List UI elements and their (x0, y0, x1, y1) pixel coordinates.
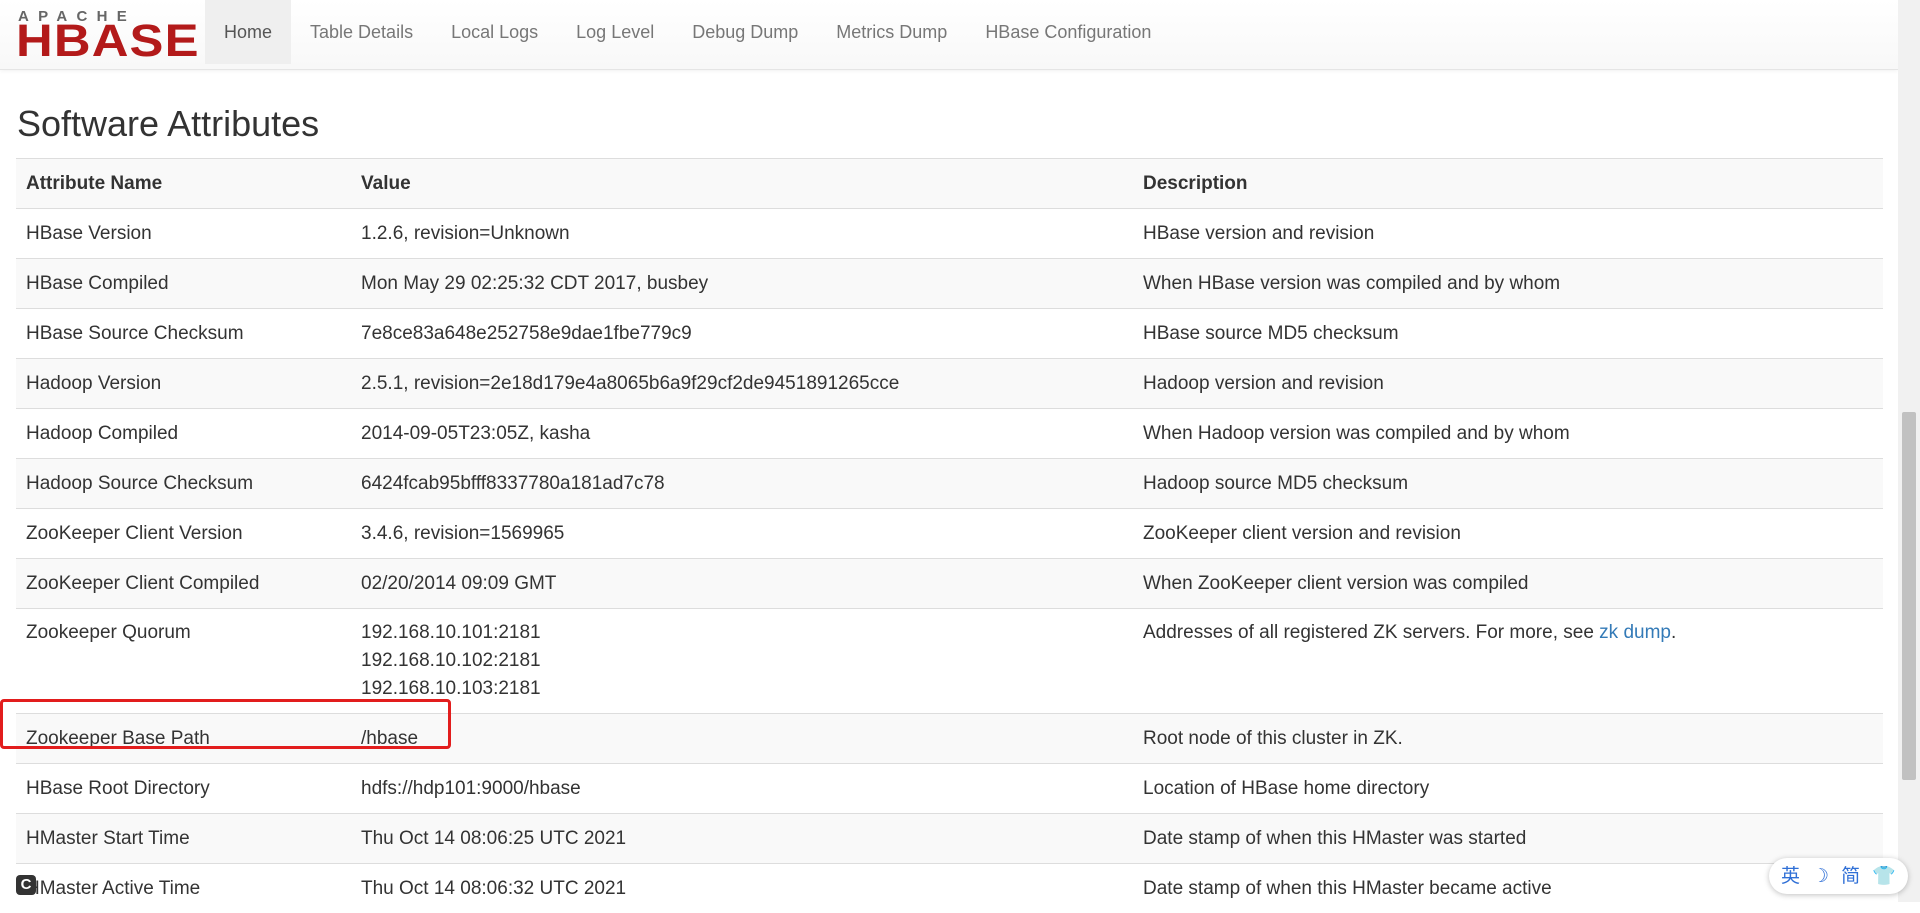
attribute-name: HBase Root Directory (16, 764, 351, 814)
attribute-value-list: 192.168.10.101:2181 192.168.10.102:2181 … (351, 609, 1133, 714)
attribute-value: Thu Oct 14 08:06:25 UTC 2021 (351, 814, 1133, 864)
attribute-name: HMaster Active Time (16, 864, 351, 913)
top-navbar: APACHE HBASE Home Table Details Local Lo… (0, 0, 1898, 70)
attribute-name: HBase Compiled (16, 259, 351, 309)
attribute-name: Hadoop Compiled (16, 409, 351, 459)
table-row: HMaster Start Time Thu Oct 14 08:06:25 U… (16, 814, 1883, 864)
attribute-value: 3.4.6, revision=1569965 (351, 509, 1133, 559)
attribute-description: When HBase version was compiled and by w… (1133, 259, 1883, 309)
attribute-description: Addresses of all registered ZK servers. … (1133, 609, 1883, 714)
attribute-description: Location of HBase home directory (1133, 764, 1883, 814)
attribute-value: 6424fcab95bfff8337780a181ad7c78 (351, 459, 1133, 509)
attribute-value: 1.2.6, revision=Unknown (351, 209, 1133, 259)
attribute-name: Zookeeper Quorum (16, 609, 351, 714)
scrollbar-thumb[interactable] (1902, 412, 1916, 780)
table-header-row: Attribute Name Value Description (16, 159, 1883, 209)
table-row: HBase Root Directory hdfs://hdp101:9000/… (16, 764, 1883, 814)
attribute-description: HBase version and revision (1133, 209, 1883, 259)
header-description: Description (1133, 159, 1883, 209)
attribute-value: Mon May 29 02:25:32 CDT 2017, busbey (351, 259, 1133, 309)
ime-language-icon[interactable]: 英 (1781, 858, 1800, 894)
attribute-description: When ZooKeeper client version was compil… (1133, 559, 1883, 609)
main-nav: Home Table Details Local Logs Log Level … (205, 0, 1170, 64)
extension-c-icon[interactable]: C (16, 875, 36, 895)
table-row: HBase Version 1.2.6, revision=Unknown HB… (16, 209, 1883, 259)
attribute-description: Root node of this cluster in ZK. (1133, 714, 1883, 764)
quorum-server: 192.168.10.102:2181 (361, 647, 1123, 675)
attribute-name: HBase Source Checksum (16, 309, 351, 359)
attribute-value: hdfs://hdp101:9000/hbase (351, 764, 1133, 814)
table-row: Hadoop Source Checksum 6424fcab95bfff833… (16, 459, 1883, 509)
header-attribute-name: Attribute Name (16, 159, 351, 209)
quorum-server: 192.168.10.101:2181 (361, 619, 1123, 647)
table-row: ZooKeeper Client Version 3.4.6, revision… (16, 509, 1883, 559)
attribute-name: Hadoop Source Checksum (16, 459, 351, 509)
quorum-description-suffix: . (1671, 622, 1676, 643)
attribute-value: 7e8ce83a648e252758e9dae1fbe779c9 (351, 309, 1133, 359)
nav-log-level[interactable]: Log Level (557, 0, 673, 64)
nav-debug-dump[interactable]: Debug Dump (673, 0, 817, 64)
attribute-name: ZooKeeper Client Compiled (16, 559, 351, 609)
attribute-description: ZooKeeper client version and revision (1133, 509, 1883, 559)
attribute-description: HBase source MD5 checksum (1133, 309, 1883, 359)
attribute-value: 02/20/2014 09:09 GMT (351, 559, 1133, 609)
ime-moon-icon[interactable]: ☽ (1812, 858, 1829, 894)
attribute-name: Zookeeper Base Path (16, 714, 351, 764)
table-row: Hadoop Compiled 2014-09-05T23:05Z, kasha… (16, 409, 1883, 459)
attribute-value: Thu Oct 14 08:06:32 UTC 2021 (351, 864, 1133, 913)
ime-simplified-icon[interactable]: 简 (1841, 858, 1860, 894)
attribute-description: Date stamp of when this HMaster was star… (1133, 814, 1883, 864)
attribute-description: Hadoop version and revision (1133, 359, 1883, 409)
table-row: ZooKeeper Client Compiled 02/20/2014 09:… (16, 559, 1883, 609)
hbase-logo[interactable]: APACHE HBASE (16, 9, 188, 55)
table-row: HBase Compiled Mon May 29 02:25:32 CDT 2… (16, 259, 1883, 309)
attribute-name: ZooKeeper Client Version (16, 509, 351, 559)
attribute-name: Hadoop Version (16, 359, 351, 409)
software-attributes-table: Attribute Name Value Description HBase V… (16, 158, 1883, 913)
table-row: Hadoop Version 2.5.1, revision=2e18d179e… (16, 359, 1883, 409)
attribute-value: 2014-09-05T23:05Z, kasha (351, 409, 1133, 459)
attribute-description: Hadoop source MD5 checksum (1133, 459, 1883, 509)
page-title: Software Attributes (17, 100, 319, 148)
attribute-value: 2.5.1, revision=2e18d179e4a8065b6a9f29cf… (351, 359, 1133, 409)
ime-skin-icon[interactable]: 👕 (1872, 858, 1896, 894)
attribute-description: When Hadoop version was compiled and by … (1133, 409, 1883, 459)
vertical-scrollbar[interactable] (1898, 0, 1920, 902)
nav-hbase-configuration[interactable]: HBase Configuration (966, 0, 1170, 64)
table-row: HMaster Active Time Thu Oct 14 08:06:32 … (16, 864, 1883, 913)
zk-dump-link[interactable]: zk dump (1599, 622, 1671, 643)
attribute-name: HMaster Start Time (16, 814, 351, 864)
nav-table-details[interactable]: Table Details (291, 0, 432, 64)
quorum-server: 192.168.10.103:2181 (361, 675, 1123, 703)
quorum-description-text: Addresses of all registered ZK servers. … (1143, 622, 1599, 643)
header-value: Value (351, 159, 1133, 209)
nav-metrics-dump[interactable]: Metrics Dump (817, 0, 966, 64)
attribute-name: HBase Version (16, 209, 351, 259)
ime-toolbar[interactable]: 英 ☽ 简 👕 (1769, 858, 1908, 894)
nav-home[interactable]: Home (205, 0, 291, 64)
logo-hbase-text: HBASE (16, 20, 200, 62)
table-row: Zookeeper Base Path /hbase Root node of … (16, 714, 1883, 764)
table-row: HBase Source Checksum 7e8ce83a648e252758… (16, 309, 1883, 359)
nav-local-logs[interactable]: Local Logs (432, 0, 557, 64)
attribute-value: /hbase (351, 714, 1133, 764)
table-row: Zookeeper Quorum 192.168.10.101:2181 192… (16, 609, 1883, 714)
